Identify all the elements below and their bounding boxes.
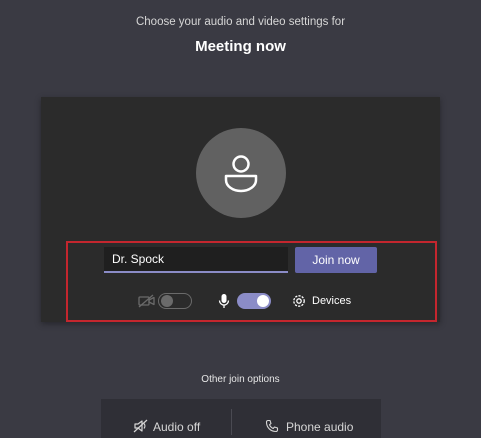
phone-audio-option[interactable]: Phone audio: [286, 420, 353, 434]
speaker-off-icon[interactable]: [133, 419, 149, 433]
join-now-button[interactable]: Join now: [295, 247, 377, 273]
microphone-icon[interactable]: [218, 293, 230, 309]
camera-toggle-knob: [161, 294, 173, 307]
audio-off-option[interactable]: Audio off: [153, 420, 200, 434]
gear-icon[interactable]: [291, 293, 307, 309]
camera-toggle[interactable]: [158, 293, 192, 309]
other-join-options-label: Other join options: [201, 374, 280, 385]
meeting-title: Meeting now: [195, 38, 286, 55]
microphone-toggle[interactable]: [237, 293, 271, 309]
name-input[interactable]: [104, 247, 288, 273]
camera-off-icon[interactable]: [137, 293, 157, 309]
phone-icon[interactable]: [265, 419, 279, 433]
avatar: [196, 128, 286, 218]
header-subtitle: Choose your audio and video settings for: [135, 16, 346, 28]
person-icon: [224, 155, 258, 193]
options-divider: [231, 409, 232, 435]
microphone-toggle-knob: [257, 295, 269, 307]
devices-button[interactable]: Devices: [312, 295, 351, 307]
